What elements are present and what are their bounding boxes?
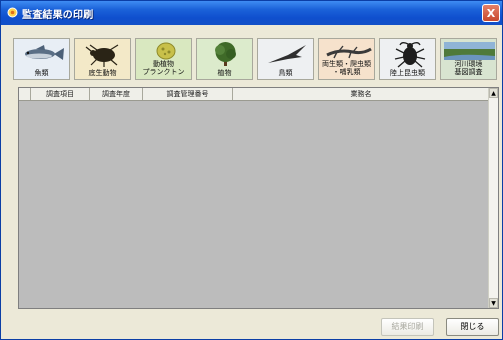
close-button[interactable]: 閉じる bbox=[446, 318, 499, 336]
column-header-survey-year[interactable]: 調査年度 bbox=[90, 88, 143, 100]
window-title: 監査結果の印刷 bbox=[22, 10, 94, 21]
row-selector-header bbox=[19, 88, 31, 100]
category-label: 両生類・爬虫類 ・哺乳類 bbox=[322, 60, 371, 76]
category-river-survey-button[interactable]: 河川環境 基図調査 bbox=[440, 38, 497, 80]
scroll-up-button[interactable]: ▲ bbox=[489, 88, 498, 98]
category-birds-button[interactable]: 鳥類 bbox=[257, 38, 314, 80]
category-plankton-button[interactable]: 動植物 プランクトン bbox=[135, 38, 192, 80]
category-label: 底生動物 bbox=[88, 69, 117, 77]
scroll-down-button[interactable]: ▼ bbox=[489, 298, 498, 308]
app-icon bbox=[7, 7, 18, 18]
category-label: 動植物 プランクトン bbox=[142, 60, 185, 76]
category-insects-button[interactable]: 陸上昆虫類 bbox=[379, 38, 436, 80]
print-results-window: 監査結果の印刷 X 魚類 底生動物 動植物 プランクトン 植物 鳥類 両生類・爬… bbox=[0, 0, 503, 340]
category-amphibians-button[interactable]: 両生類・爬虫類 ・哺乳類 bbox=[318, 38, 375, 80]
category-toolbar: 魚類 底生動物 動植物 プランクトン 植物 鳥類 両生類・爬虫類 ・哺乳類 陸上… bbox=[13, 38, 501, 80]
table-header: 調査項目 調査年度 調査管理番号 業務名 bbox=[19, 88, 489, 101]
category-label: 植物 bbox=[217, 69, 232, 77]
column-header-survey-id[interactable]: 調査管理番号 bbox=[143, 88, 233, 100]
results-table[interactable]: 調査項目 調査年度 調査管理番号 業務名 ▲ ▼ bbox=[18, 87, 499, 309]
category-label: 魚類 bbox=[34, 69, 49, 77]
vertical-scrollbar[interactable]: ▲ ▼ bbox=[488, 88, 498, 308]
category-benthic-button[interactable]: 底生動物 bbox=[74, 38, 131, 80]
close-window-button[interactable]: X bbox=[482, 4, 500, 22]
category-label: 陸上昆虫類 bbox=[390, 69, 425, 77]
category-fish-button[interactable]: 魚類 bbox=[13, 38, 70, 80]
column-header-project-name[interactable]: 業務名 bbox=[233, 88, 489, 100]
category-label: 河川環境 基図調査 bbox=[454, 60, 483, 76]
column-header-survey-item[interactable]: 調査項目 bbox=[31, 88, 90, 100]
print-results-button[interactable]: 結果印刷 bbox=[381, 318, 434, 336]
category-label: 鳥類 bbox=[278, 69, 293, 77]
title-bar[interactable]: 監査結果の印刷 X bbox=[1, 1, 502, 25]
category-plants-button[interactable]: 植物 bbox=[196, 38, 253, 80]
